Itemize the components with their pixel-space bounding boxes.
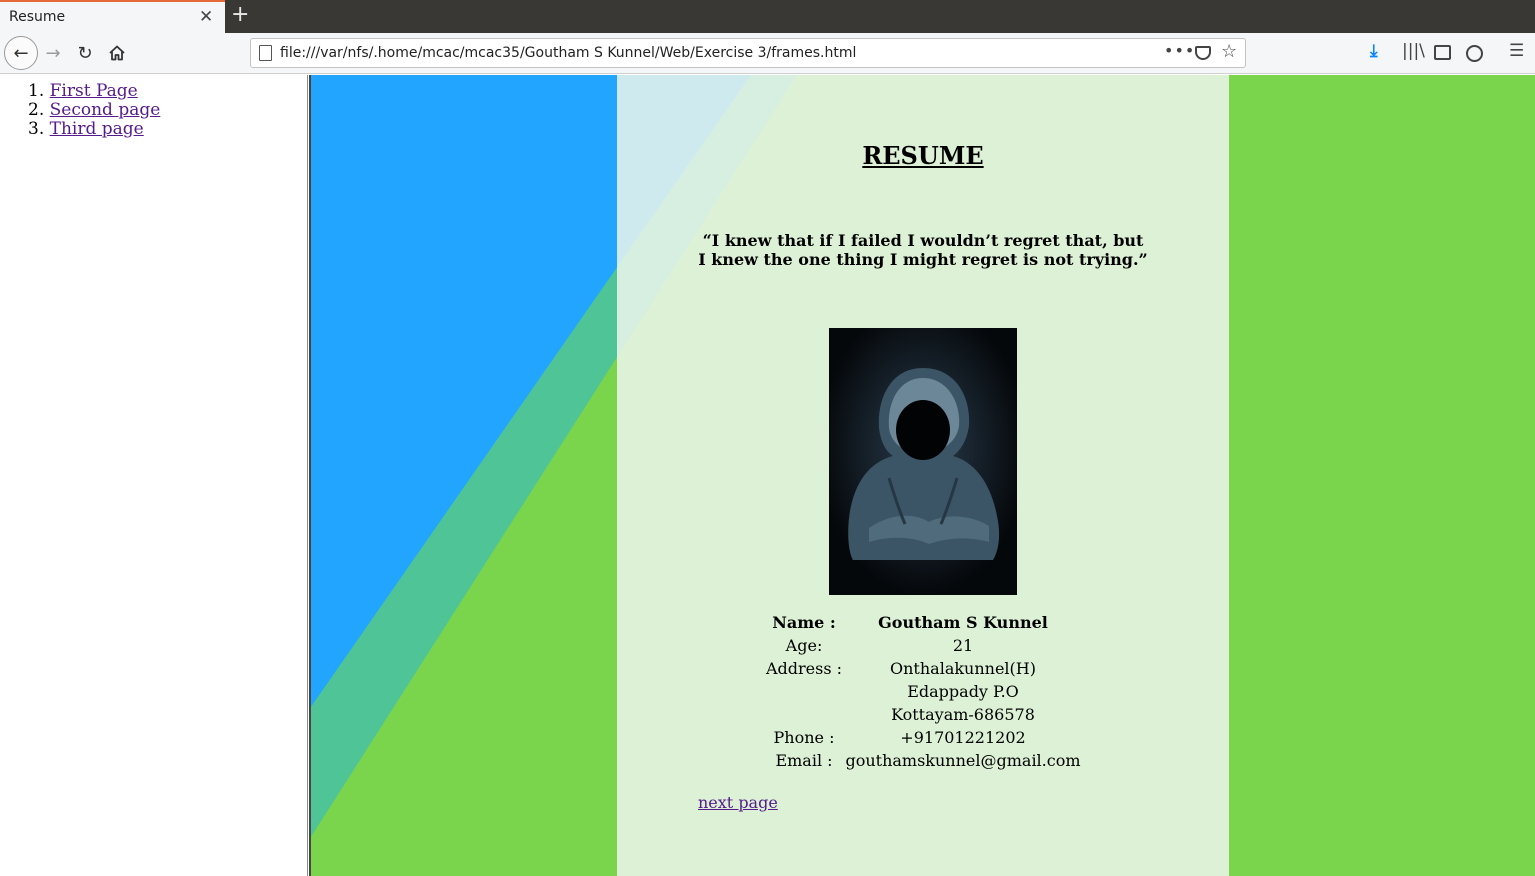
arrow-left-icon: ← [13,42,29,64]
profile-photo [829,328,1017,595]
quote-line: I knew the one thing I might regret is n… [698,250,1148,269]
hooded-figure-icon [829,328,1017,595]
tab-bar: Resume ✕ + [0,0,1535,33]
url-text[interactable]: file:///var/nfs/.home/mcac/mcac35/Goutha… [280,45,856,61]
home-icon [109,45,125,61]
quote-line: “I knew that if I failed I wouldn’t regr… [702,231,1144,250]
navigation-toolbar: ← → ↻ file:///var/nfs/.home/mcac/mcac35/… [0,33,1535,74]
pocket-icon[interactable] [1195,46,1211,60]
address-line: Kottayam-686578 [891,705,1035,724]
list-item: 3. Third page [28,120,160,139]
arrow-right-icon: → [45,42,61,64]
forward-button[interactable]: → [38,33,68,73]
page-icon [259,45,272,61]
age-label: Age: [785,636,823,655]
third-page-link[interactable]: Third page [50,119,144,139]
email-value: gouthamskunnel@gmail.com [845,751,1081,770]
quote: “I knew that if I failed I wouldn’t regr… [617,231,1229,269]
second-page-link[interactable]: Second page [50,100,161,120]
page-actions-icon[interactable]: ••• [1164,41,1195,60]
close-icon[interactable]: ✕ [199,7,213,27]
bookmark-star-icon[interactable]: ☆ [1221,41,1237,62]
reload-icon: ↻ [77,42,93,64]
list-number: 2. [28,100,45,120]
library-icon[interactable]: |||\ [1402,41,1425,61]
tab-resume[interactable]: Resume ✕ [0,0,225,33]
home-button[interactable] [102,33,132,73]
list-item: 2. Second page [28,101,160,120]
resume-panel: RESUME “I knew that if I failed I wouldn… [617,75,1229,876]
next-page-link[interactable]: next page [698,793,778,812]
address-bar[interactable]: file:///var/nfs/.home/mcac/mcac35/Goutha… [250,38,1246,68]
hamburger-menu-icon[interactable]: ☰ [1509,41,1524,61]
age-value: 21 [952,636,974,655]
page-links-list: 1. First Page 2. Second page 3. Third pa… [28,82,160,139]
sidebar-toggle-icon[interactable] [1434,45,1451,60]
first-page-link[interactable]: First Page [50,81,138,101]
content-frame: RESUME “I knew that if I failed I wouldn… [311,75,1535,876]
list-item: 1. First Page [28,82,160,101]
back-button[interactable]: ← [4,36,38,70]
name-value: Goutham S Kunnel [878,613,1048,632]
downloads-icon[interactable]: ⤓ [1370,41,1378,61]
address-line: Edappady P.O [907,682,1019,701]
phone-value: +91701221202 [900,728,1026,747]
page-title: RESUME [862,141,984,170]
phone-label: Phone : [773,728,835,747]
name-label: Name : [772,613,836,632]
account-icon[interactable] [1466,45,1483,62]
navigation-frame: 1. First Page 2. Second page 3. Third pa… [0,75,308,876]
address-label: Address : [765,659,843,678]
list-number: 1. [28,81,45,101]
tab-title: Resume [9,9,66,25]
list-number: 3. [28,119,45,139]
new-tab-button[interactable]: + [231,4,249,26]
reload-button[interactable]: ↻ [70,33,100,73]
address-line: Onthalakunnel(H) [890,659,1036,678]
